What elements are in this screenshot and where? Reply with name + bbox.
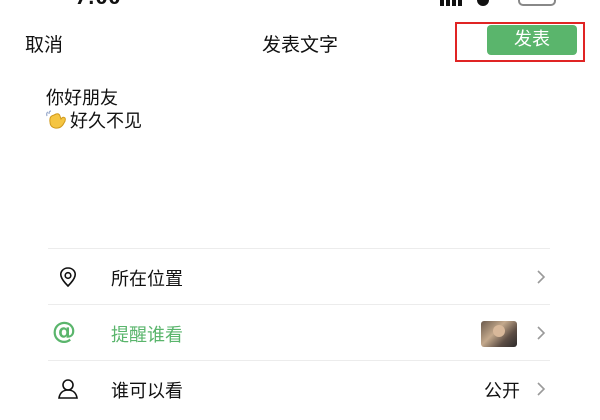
publish-button[interactable]: 发表 — [487, 25, 577, 55]
chevron-right-icon — [537, 382, 546, 396]
nav-bar: 取消 发表文字 发表 — [0, 20, 600, 64]
at-sign-icon: @ — [52, 317, 76, 345]
post-line-2-wrap: 好久不见 — [46, 110, 142, 133]
option-location[interactable]: 所在位置 — [48, 248, 550, 304]
option-remind[interactable]: @ 提醒谁看 — [48, 304, 550, 360]
chevron-right-icon — [537, 326, 546, 340]
option-remind-label: 提醒谁看 — [111, 325, 183, 346]
person-icon — [58, 379, 78, 399]
post-line-2: 好久不见 — [70, 111, 142, 132]
signal-icon — [440, 0, 462, 6]
avatar — [481, 321, 517, 347]
wifi-icon — [477, 0, 489, 6]
options-list: 所在位置 @ 提醒谁看 谁可以看 公开 — [48, 248, 550, 416]
option-visibility-value: 公开 — [484, 381, 520, 402]
post-text[interactable]: 你好朋友 好久不见 — [46, 88, 142, 133]
battery-icon — [518, 0, 556, 6]
chevron-right-icon — [537, 270, 546, 284]
status-time: 7:00 — [75, 0, 121, 9]
option-visibility[interactable]: 谁可以看 公开 — [48, 360, 550, 416]
status-bar: 7:00 — [0, 0, 600, 10]
post-line-1: 你好朋友 — [46, 88, 118, 109]
option-location-label: 所在位置 — [111, 269, 183, 290]
option-visibility-label: 谁可以看 — [111, 381, 183, 402]
waving-hand-icon — [46, 110, 66, 129]
location-pin-icon — [60, 267, 76, 288]
